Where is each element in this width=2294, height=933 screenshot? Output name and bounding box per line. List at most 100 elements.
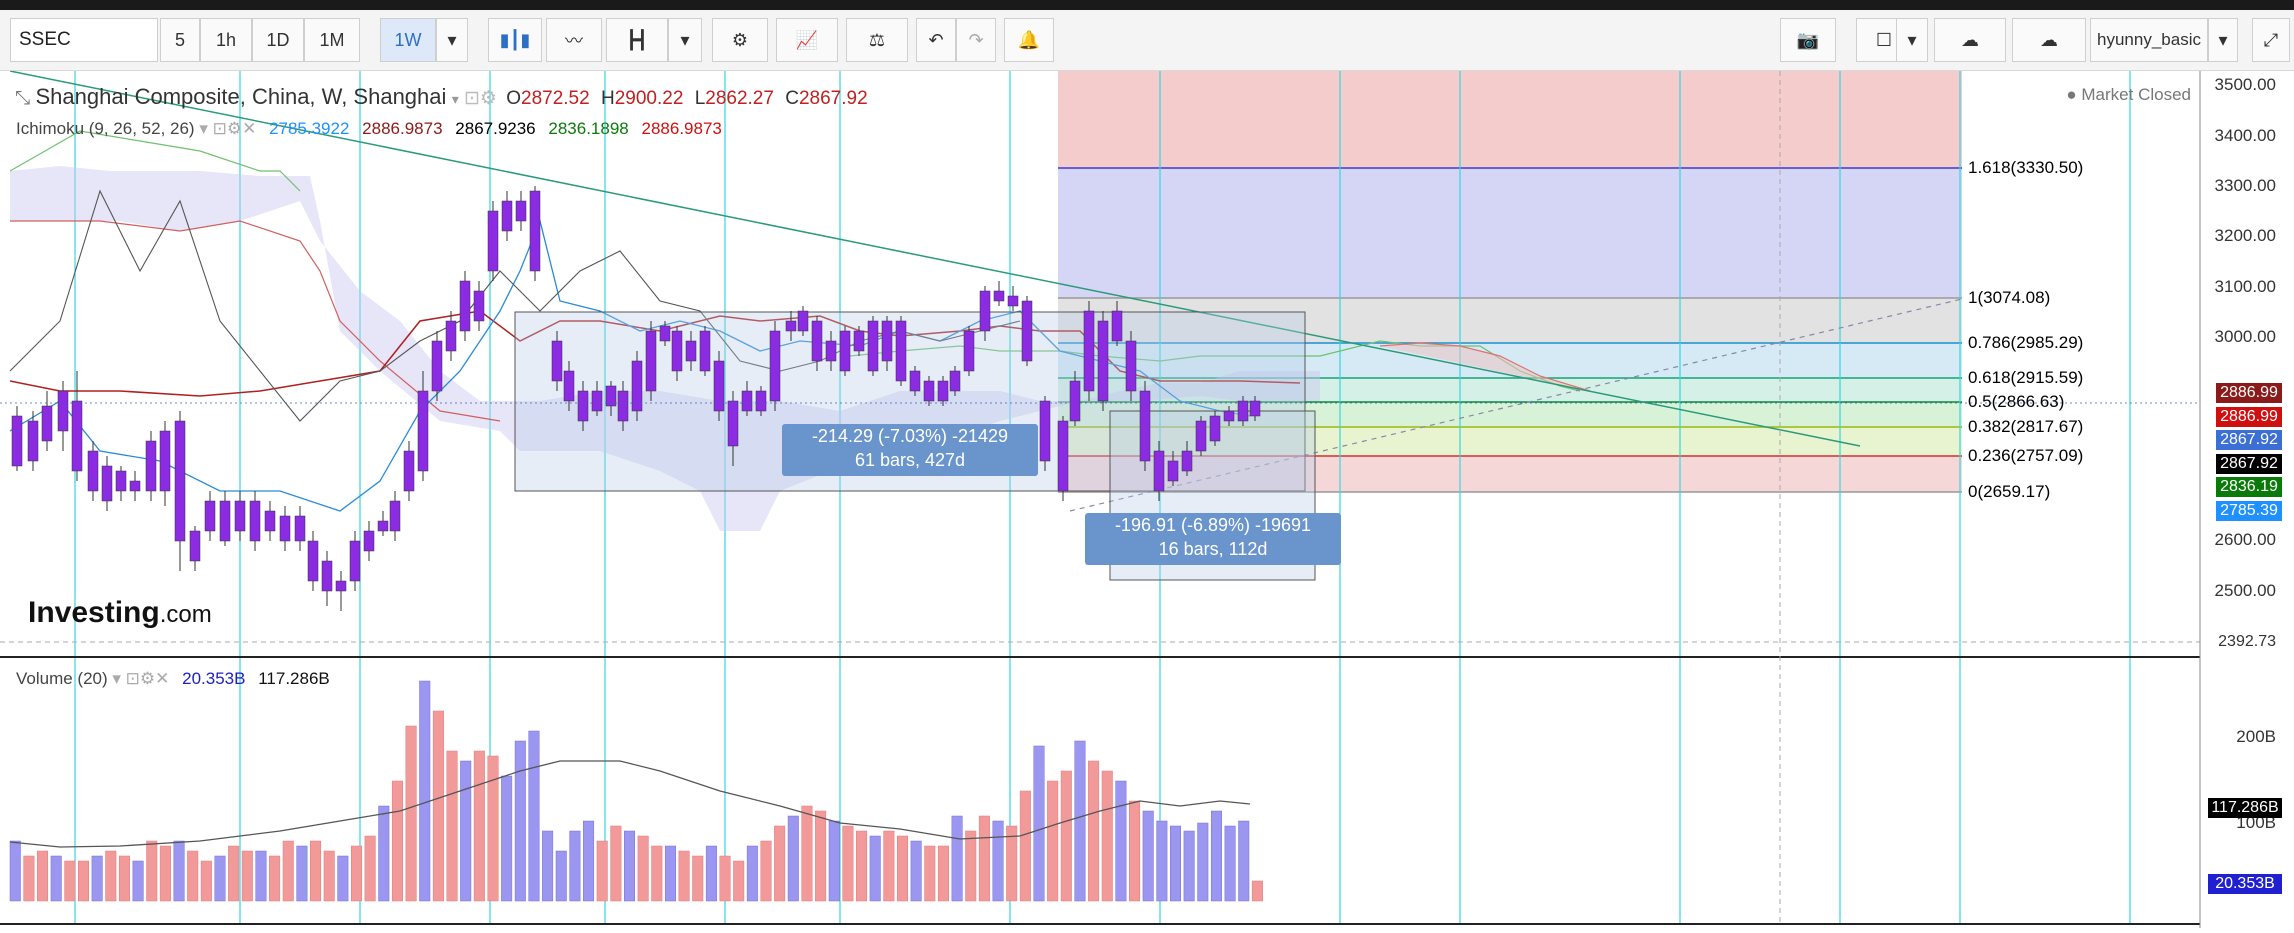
chart-area[interactable]: ⤡ Shanghai Composite, China, W, Shanghai… <box>0 70 2294 928</box>
high-value: 2900.22 <box>614 88 684 109</box>
price-box: 2886.99 <box>2216 383 2282 403</box>
user-button[interactable]: hyunny_basic <box>2090 18 2208 62</box>
user-dropdown[interactable]: ▾ <box>2208 18 2238 62</box>
chevron-down-icon[interactable]: ▾ <box>452 91 459 107</box>
volume-bar <box>337 855 349 902</box>
volume-bar <box>473 750 485 902</box>
camera-icon: 📷 <box>1796 29 1820 50</box>
interval-1w[interactable]: 1W <box>380 18 436 62</box>
chart-canvas[interactable] <box>0 70 2294 928</box>
drawing-tool-icon[interactable]: ⤡ <box>15 88 30 109</box>
volume-bar <box>310 840 322 902</box>
fullscreen-button[interactable]: ⤢ <box>2252 18 2290 62</box>
price-legend: ⤡ Shanghai Composite, China, W, Shanghai… <box>15 84 868 110</box>
redo-button[interactable]: ↷ <box>956 18 996 62</box>
interval-5[interactable]: 5 <box>160 18 200 62</box>
interval-1d[interactable]: 1D <box>252 18 304 62</box>
candle-style-icon: ▮┃▮ <box>499 29 531 50</box>
load-layout-button[interactable]: ☁ <box>1934 18 2006 62</box>
volume-bar <box>391 780 403 902</box>
volume-bar <box>419 680 431 902</box>
candle <box>377 520 389 532</box>
candle <box>249 500 261 542</box>
volume-label: Volume (20) <box>16 669 108 688</box>
volume-bar <box>774 825 786 902</box>
volume-bar <box>910 840 922 902</box>
candle <box>279 515 291 542</box>
open-label: O <box>506 88 522 109</box>
screenshot-button[interactable]: 📷 <box>1780 18 1836 62</box>
market-status: ● Market Closed <box>2066 85 2191 104</box>
indicator-controls-icon[interactable]: ▾ ⊡⚙✕ <box>112 669 169 688</box>
volume-bar <box>569 830 581 902</box>
volume-bar <box>64 860 76 902</box>
compare-button[interactable]: ⚖ <box>846 18 908 62</box>
volume-bar <box>37 850 49 902</box>
price-axis-label: 2500.00 <box>2214 581 2276 600</box>
ichimoku-v3: 2867.9236 <box>455 119 536 138</box>
candle <box>115 470 127 492</box>
chevron-down-icon: ▾ <box>680 29 690 50</box>
undo-icon: ↶ <box>928 29 944 50</box>
chevron-down-icon: ▾ <box>2218 29 2228 50</box>
volume-bar <box>624 830 635 902</box>
volume-bar <box>91 855 103 902</box>
candle <box>1125 340 1137 392</box>
volume-bar <box>296 845 308 902</box>
indicator-controls-icon[interactable]: ▾ ⊡⚙✕ <box>199 119 256 138</box>
bars-dropdown[interactable]: ▾ <box>668 18 702 62</box>
candle <box>1021 300 1033 362</box>
candle <box>264 510 276 532</box>
settings-button[interactable]: ⚙ <box>712 18 768 62</box>
symbol-input[interactable]: SSEC <box>10 18 158 62</box>
candle <box>57 390 69 432</box>
candle <box>101 465 113 502</box>
candle <box>529 190 541 272</box>
candle <box>1223 410 1235 422</box>
indicators-button[interactable]: 📈 <box>776 18 838 62</box>
volume-bar <box>159 845 171 902</box>
volume-bar <box>282 840 294 902</box>
interval-1h[interactable]: 1h <box>200 18 252 62</box>
volume-bar <box>200 860 212 902</box>
volume-bar <box>351 845 362 902</box>
settings-icon[interactable]: ⊡⚙ <box>464 88 497 109</box>
interval-dropdown[interactable]: ▾ <box>436 18 468 62</box>
candle <box>617 390 629 422</box>
volume-bar <box>1060 770 1072 902</box>
undo-button[interactable]: ↶ <box>916 18 956 62</box>
line-chart-icon: 〰 <box>565 31 583 51</box>
alert-button[interactable]: 🔔 <box>1004 18 1054 62</box>
bars-button[interactable]: ┣┫ <box>606 18 668 62</box>
candle <box>979 290 991 332</box>
logo-suffix: .com <box>159 601 212 628</box>
volume-bar <box>1033 745 1045 902</box>
layout-dropdown[interactable]: ▾ <box>1896 18 1928 62</box>
volume-bar <box>897 835 908 902</box>
candle <box>27 420 39 462</box>
candle <box>949 370 961 392</box>
logo-brand: Investing <box>28 596 160 629</box>
volume-bar <box>924 845 936 902</box>
interval-1m[interactable]: 1M <box>304 18 360 62</box>
volume-bar <box>1047 780 1059 902</box>
candle-style-button[interactable]: ▮┃▮ <box>488 18 542 62</box>
line-chart-button[interactable]: 〰 <box>546 18 602 62</box>
volume-bar <box>856 830 868 902</box>
alert-icon: 🔔 <box>1017 29 1041 50</box>
volume-bar <box>937 845 949 902</box>
fib-label-1618: 1.618(3330.50) <box>1968 158 2084 177</box>
settings-icon: ⚙ <box>731 29 749 50</box>
volume-bar <box>173 840 185 902</box>
candle <box>1237 400 1249 422</box>
fib-zone-above <box>1058 71 1962 168</box>
ichimoku-legend: Ichimoku (9, 26, 52, 26) ▾ ⊡⚙✕ 2785.3922… <box>16 119 722 139</box>
price-axis-label: 3200.00 <box>2214 226 2276 245</box>
measure-tooltip-1: -214.29 (-7.03%) -21429 61 bars, 427d <box>782 424 1038 476</box>
fib-label-0236: 0.236(2757.09) <box>1968 446 2084 465</box>
volume-bar <box>1101 770 1113 902</box>
fib-label-0786: 0.786(2985.29) <box>1968 333 2084 352</box>
save-layout-button[interactable]: ☁ <box>2012 18 2086 62</box>
volume-bar <box>23 855 35 902</box>
volume-bar <box>610 825 622 902</box>
